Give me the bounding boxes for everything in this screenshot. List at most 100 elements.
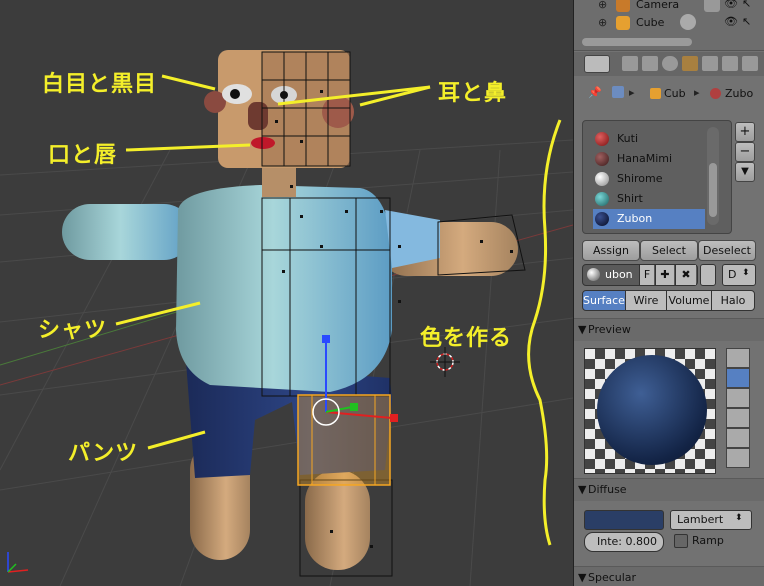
data-tab-icon[interactable] xyxy=(742,56,758,71)
preview-hair-icon[interactable] xyxy=(726,428,750,448)
right-sleeve xyxy=(385,210,440,268)
diffuse-intensity-label: Inte: 0.800 xyxy=(597,535,657,548)
eye-icon[interactable]: 👁 xyxy=(724,0,738,10)
assign-button[interactable]: Assign xyxy=(582,240,640,261)
deselect-button[interactable]: Deselect xyxy=(698,240,756,261)
annotation-pants: パンツ xyxy=(68,441,139,466)
outliner-row-cube[interactable]: ⊕ Cube 👁 ↖ xyxy=(574,14,764,32)
preview-sky-icon[interactable] xyxy=(726,448,750,468)
diffuse-panel-header[interactable]: ▼ Diffuse xyxy=(574,478,764,501)
preview-title: Preview xyxy=(588,323,631,336)
diffuse-intensity-slider[interactable]: Inte: 0.800 xyxy=(584,532,664,552)
modifier-icon[interactable] xyxy=(704,14,718,30)
annotation-make-color: 色を作る xyxy=(420,326,513,351)
material-ball-icon xyxy=(595,192,609,206)
camera-data-icon[interactable] xyxy=(704,0,720,12)
material-preview-image xyxy=(584,348,716,474)
material-ball-icon xyxy=(595,132,609,146)
modifiers-tab-icon[interactable] xyxy=(722,56,738,71)
scene-tab-icon[interactable] xyxy=(642,56,658,71)
ramp-checkbox[interactable] xyxy=(674,534,688,548)
material-icon xyxy=(710,88,721,99)
breadcrumb-object: Cub xyxy=(664,87,686,100)
material-slot-label: Kuti xyxy=(617,132,639,145)
diffuse-shader-select[interactable]: Lambert ⬍ xyxy=(670,510,752,530)
material-slot-kuti[interactable]: Kuti xyxy=(593,129,705,149)
nose xyxy=(248,102,268,130)
material-slot-shirt[interactable]: Shirt xyxy=(593,189,705,209)
material-slot-label: Shirome xyxy=(617,172,663,185)
annotation-eyes: 白目と黒目 xyxy=(42,72,158,97)
constraints-tab-icon[interactable] xyxy=(702,56,718,71)
material-browse-icon[interactable] xyxy=(587,268,600,281)
unlink-icon[interactable]: ✖ xyxy=(675,265,696,285)
tab-wire[interactable]: Wire xyxy=(625,290,667,311)
material-slot-zubon[interactable]: Zubon xyxy=(593,209,705,229)
shirt-mesh xyxy=(176,185,392,392)
chevron-right-icon: ▸ xyxy=(694,86,700,99)
eye-icon[interactable]: 👁 xyxy=(724,15,738,28)
camera-icon xyxy=(616,0,630,12)
dropdown-arrows-icon: ⬍ xyxy=(742,268,750,278)
render-tab-icon[interactable] xyxy=(622,56,638,71)
outliner-row-camera[interactable]: ⊕ Camera 👁 ↖ xyxy=(574,0,764,14)
neck xyxy=(262,165,296,197)
preview-plane-icon[interactable] xyxy=(726,348,750,368)
material-slot-hanamimi[interactable]: HanaMimi xyxy=(593,149,705,169)
link-mode-select[interactable]: D ⬍ xyxy=(722,264,756,286)
preview-panel-header[interactable]: ▼ Preview xyxy=(574,318,764,341)
diffuse-color-swatch[interactable] xyxy=(584,510,664,530)
material-ball-icon xyxy=(595,172,609,186)
object-tab-icon[interactable] xyxy=(682,56,698,71)
tab-surface[interactable]: Surface xyxy=(582,290,626,311)
ramp-label: Ramp xyxy=(692,534,724,547)
material-slot-shirome[interactable]: Shirome xyxy=(593,169,705,189)
outliner-scrollbar[interactable] xyxy=(582,38,692,46)
remove-slot-button[interactable]: − xyxy=(735,142,755,162)
left-eye-pupil xyxy=(230,89,240,99)
editor-type-menu[interactable] xyxy=(584,55,610,73)
diffuse-title: Diffuse xyxy=(588,483,627,496)
diffuse-shader-label: Lambert xyxy=(677,513,724,526)
annotation-ears-nose: 耳と鼻 xyxy=(438,81,508,106)
outliner: ⊕ Camera 👁 ↖ ⊕ Cube 👁 ↖ xyxy=(574,0,764,51)
data-link-icon[interactable] xyxy=(700,264,716,286)
left-sleeve xyxy=(62,204,192,260)
specular-panel-header[interactable]: ▼ Specular xyxy=(574,566,764,586)
cursor-arrow-icon[interactable]: ↖ xyxy=(742,0,751,10)
preview-type-column xyxy=(726,348,750,470)
outliner-label: Cube xyxy=(636,16,665,29)
preview-sphere-icon[interactable] xyxy=(726,368,750,388)
breadcrumb: 📌 ▸ Cub ▸ Zubo xyxy=(574,84,764,104)
annotation-shirt: シャツ xyxy=(38,318,108,343)
right-ear xyxy=(322,96,354,128)
material-slot-label: Zubon xyxy=(617,212,653,225)
preview-cube-icon[interactable] xyxy=(726,388,750,408)
expand-icon[interactable]: ⊕ xyxy=(598,0,607,11)
material-name-field[interactable]: ubon xyxy=(605,268,633,281)
expand-icon[interactable]: ⊕ xyxy=(598,16,607,29)
world-tab-icon[interactable] xyxy=(662,56,678,71)
scene-icon xyxy=(612,86,624,98)
3d-viewport[interactable]: 白目と黒目 耳と鼻 口と唇 シャツ パンツ 色を作る xyxy=(0,0,573,586)
cursor-arrow-icon[interactable]: ↖ xyxy=(742,15,751,28)
select-button[interactable]: Select xyxy=(640,240,698,261)
material-preview-icon[interactable] xyxy=(680,14,696,30)
scrollbar-thumb[interactable] xyxy=(709,163,717,217)
collapse-triangle-icon: ▼ xyxy=(578,323,587,336)
mesh-icon xyxy=(616,16,630,30)
material-slot-label: HanaMimi xyxy=(617,152,673,165)
annotation-mouth-lips: 口と唇 xyxy=(48,143,118,168)
new-material-icon[interactable]: ✚ xyxy=(655,265,674,285)
collapse-triangle-icon: ▼ xyxy=(578,571,587,584)
add-slot-button[interactable]: + xyxy=(735,122,755,142)
material-ball-icon xyxy=(595,212,609,226)
fake-user-button[interactable]: F xyxy=(639,265,654,285)
material-datablock-field[interactable]: ubon F ✚ ✖ xyxy=(582,264,698,286)
preview-monkey-icon[interactable] xyxy=(726,408,750,428)
tab-halo[interactable]: Halo xyxy=(711,290,755,311)
pin-icon[interactable]: 📌 xyxy=(588,86,602,99)
slot-specials-menu[interactable]: ▼ xyxy=(735,162,755,182)
tab-volume[interactable]: Volume xyxy=(666,290,712,311)
dropdown-arrows-icon: ⬍ xyxy=(735,513,743,523)
